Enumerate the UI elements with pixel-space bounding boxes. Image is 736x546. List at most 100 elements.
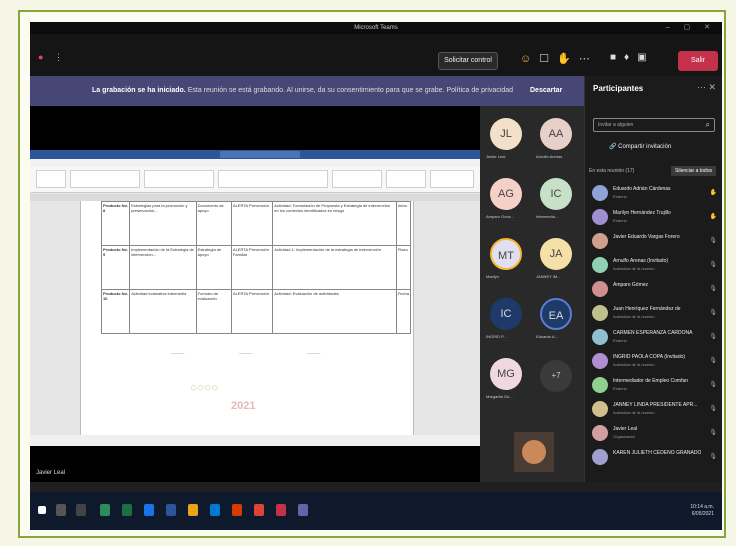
participant-row[interactable]: INGRID PAOLA COPA (Invitado) Invitado/a d… bbox=[585, 350, 722, 374]
participant-tile[interactable]: MG Margarita Gó... bbox=[486, 354, 526, 406]
in-meeting-section[interactable]: En esta reunión (17) bbox=[589, 168, 634, 174]
search-icon[interactable] bbox=[56, 504, 66, 516]
footer-year: 2021 bbox=[231, 400, 256, 412]
title-bar: Microsoft Teams – ▢ ✕ bbox=[30, 22, 722, 34]
participant-row[interactable]: Eduardo Adrián Cárdenas Externo ✋ bbox=[585, 182, 722, 206]
participant-row[interactable]: KAREN JULIETH CEDEÑO GRANADOS 🎙 bbox=[585, 446, 722, 470]
app-icon[interactable] bbox=[100, 504, 110, 516]
mic-icon[interactable]: ♦ bbox=[624, 52, 637, 63]
toolbar-icons: ☺☐✋⋯ bbox=[520, 52, 598, 65]
avatar bbox=[592, 233, 608, 249]
start-icon[interactable] bbox=[38, 506, 46, 514]
share-invite-button[interactable]: 🔗 Compartir invitación bbox=[609, 143, 671, 150]
signature-block: ______ ______ ______ bbox=[171, 349, 321, 354]
self-video bbox=[514, 432, 554, 472]
invite-search-input[interactable]: Invitar a alguien ⌕ bbox=[593, 118, 715, 132]
reactions-icon[interactable]: ✋ bbox=[557, 53, 579, 65]
windows-taskbar: 10:14 a.m. 6/05/2021 bbox=[30, 492, 722, 530]
avatar: IC bbox=[490, 298, 522, 330]
recording-banner-text: Esta reunión se está grabando. Al unirse… bbox=[187, 87, 514, 94]
table-row: Producto No. 9 Implementación de la Estra… bbox=[100, 245, 412, 290]
mic-muted-icon: 🎙 bbox=[709, 286, 717, 292]
app-icon[interactable] bbox=[276, 504, 286, 516]
recording-banner: La grabación se ha iniciado. Esta reunió… bbox=[30, 76, 584, 106]
participant-tile[interactable]: JL Javier Leal bbox=[486, 114, 526, 166]
avatar bbox=[592, 401, 608, 417]
document-page: Producto No. 8 Estrategias para la promoc… bbox=[80, 201, 414, 435]
participant-row[interactable]: Javier Leal Organizador 🎙 bbox=[585, 422, 722, 446]
folder-icon[interactable] bbox=[188, 504, 198, 516]
mic-muted-icon: 🎙 bbox=[709, 406, 717, 412]
teams-icon[interactable] bbox=[298, 504, 308, 516]
edge-icon[interactable] bbox=[144, 504, 154, 516]
participant-row[interactable]: Intermediador de Empleo Comfan Externo 🎙 bbox=[585, 374, 722, 398]
more-participants-badge[interactable]: +7 bbox=[540, 360, 572, 392]
avatar: JL bbox=[490, 118, 522, 150]
participant-row[interactable]: Amparo Gómez 🎙 bbox=[585, 278, 722, 302]
avatar: IC bbox=[540, 178, 572, 210]
participant-row[interactable]: JANNEY LINDA PRESIDENTE APR... Invitado/a… bbox=[585, 398, 722, 422]
participant-row[interactable]: Arnulfo Arenas (Invitado) Invitado/a de l… bbox=[585, 254, 722, 278]
participant-row[interactable]: Marilyn Hernández Trujillo Externo ✋ bbox=[585, 206, 722, 230]
participant-list: Eduardo Adrián Cárdenas Externo ✋ Marilyn … bbox=[585, 182, 722, 470]
participant-tile[interactable]: JA JANNEY IM... bbox=[536, 234, 576, 286]
device-icons: ■♦▣ bbox=[610, 52, 655, 63]
avatar bbox=[592, 425, 608, 441]
participant-tile[interactable]: MT Marilyn bbox=[486, 234, 526, 286]
dismiss-button[interactable]: Descartar bbox=[530, 84, 562, 98]
mic-muted-icon: 🎙 bbox=[709, 454, 717, 460]
ruler bbox=[30, 194, 480, 201]
chat-icon[interactable]: ☐ bbox=[539, 53, 557, 65]
powerpoint-icon[interactable] bbox=[232, 504, 242, 516]
participants-panel: Participantes ⋯ ✕ Invitar a alguien ⌕ 🔗 … bbox=[584, 76, 722, 482]
mic-muted-icon: 🎙 bbox=[709, 310, 717, 316]
mail-icon[interactable] bbox=[210, 504, 220, 516]
participant-tile[interactable]: AA Arnulfo Arenas bbox=[536, 114, 576, 166]
meeting-timer-area: ● ⋮ bbox=[38, 52, 67, 62]
participant-tile[interactable]: IC INGRID P... bbox=[486, 294, 526, 346]
video-tiles: JL Javier Leal AA Arnulfo Arenas AG Amparo … bbox=[480, 106, 584, 482]
recording-banner-bold: La grabación se ha iniciado. bbox=[92, 87, 186, 94]
word-icon[interactable] bbox=[166, 504, 176, 516]
participant-tile[interactable]: AG Amparo Gonz... bbox=[486, 174, 526, 226]
table-row: Producto No. 8 Estrategias para la promoc… bbox=[100, 201, 412, 246]
window-controls[interactable]: – ▢ ✕ bbox=[666, 22, 716, 34]
participant-tile[interactable]: IC Intermedia... bbox=[536, 174, 576, 226]
recording-icon: ● bbox=[38, 52, 48, 62]
camera-icon[interactable]: ■ bbox=[610, 52, 624, 63]
avatar bbox=[592, 449, 608, 465]
mute-all-button[interactable]: Silenciar a todos bbox=[671, 166, 716, 176]
clock-date: 6/05/2021 bbox=[691, 511, 714, 517]
close-icon[interactable]: ⋯ ✕ bbox=[697, 82, 716, 93]
shared-screen: Producto No. 8 Estrategias para la promoc… bbox=[30, 106, 480, 482]
mic-muted-icon: 🎙 bbox=[709, 382, 717, 388]
avatar bbox=[592, 281, 608, 297]
avatar bbox=[592, 377, 608, 393]
mic-muted-icon: 🎙 bbox=[709, 358, 717, 364]
avatar bbox=[592, 209, 608, 225]
avatar: MT bbox=[490, 238, 522, 270]
mic-muted-icon: 🎙 bbox=[709, 430, 717, 436]
logo-strip: ◯ ◯ ◯ ◯ bbox=[191, 385, 218, 391]
word-ribbon-tabs bbox=[30, 159, 480, 167]
teams-screen: Microsoft Teams – ▢ ✕ ● ⋮ Solicitar cont… bbox=[30, 22, 722, 530]
window-title: Microsoft Teams bbox=[354, 25, 398, 31]
mic-muted-icon: 🎙 bbox=[709, 238, 717, 244]
word-document: Producto No. 8 Estrategias para la promoc… bbox=[30, 150, 480, 446]
chrome-icon[interactable] bbox=[254, 504, 264, 516]
share-screen-icon[interactable]: ▣ bbox=[637, 52, 654, 63]
system-tray[interactable]: 10:14 a.m. 6/05/2021 bbox=[690, 504, 714, 518]
participant-row[interactable]: Juan Henríquez Fernández de Invitado/a de… bbox=[585, 302, 722, 326]
clock-time: 10:14 a.m. bbox=[690, 504, 714, 510]
more-options-icon[interactable]: ⋯ bbox=[579, 53, 598, 65]
participants-icon[interactable]: ☺ bbox=[520, 53, 539, 65]
presenter-name: Javier Leal bbox=[36, 470, 66, 476]
request-control-button[interactable]: Solicitar control bbox=[438, 52, 498, 70]
participant-tile[interactable]: EA Eduardo A... bbox=[536, 294, 576, 346]
excel-icon[interactable] bbox=[122, 504, 132, 516]
participant-row[interactable]: Javier Eduardo Vargas Forero 🎙 bbox=[585, 230, 722, 254]
participant-row[interactable]: CARMEN ESPERANZA CARDONA Externo 🎙 bbox=[585, 326, 722, 350]
task-view-icon[interactable] bbox=[76, 504, 86, 516]
avatar: JA bbox=[540, 238, 572, 270]
leave-button[interactable]: Salir bbox=[678, 51, 718, 71]
